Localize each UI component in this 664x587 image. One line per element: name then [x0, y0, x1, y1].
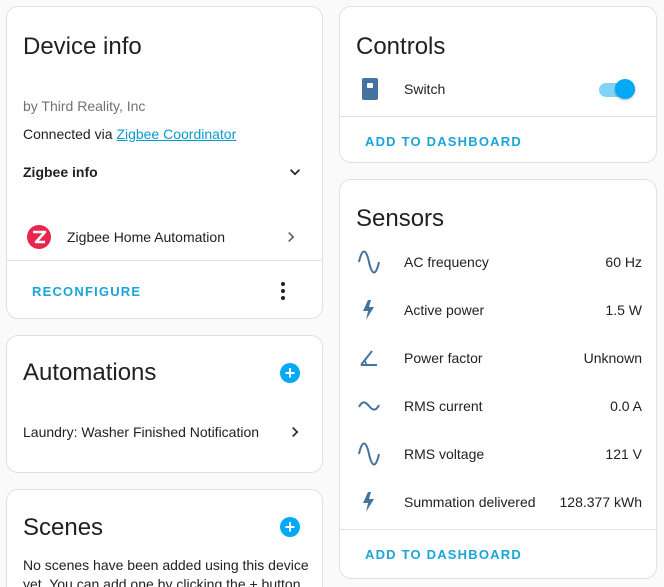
lightning-bolt-icon: [357, 490, 381, 514]
sensor-label: Power factor: [404, 350, 483, 366]
reconfigure-button[interactable]: RECONFIGURE: [32, 284, 141, 299]
sine-wave-icon: [357, 442, 381, 466]
sensor-value: Unknown: [583, 350, 642, 366]
divider: [340, 529, 656, 530]
add-scene-button[interactable]: +: [280, 517, 300, 537]
scenes-card: Scenes + No scenes have been added using…: [6, 489, 323, 587]
device-info-title: Device info: [23, 33, 142, 60]
zigbee-integration-row[interactable]: Zigbee Home Automation: [7, 219, 322, 255]
device-info-card: Device info by Third Reality, Inc Connec…: [6, 6, 323, 319]
zigbee-info-expander[interactable]: Zigbee info: [7, 155, 322, 189]
sensor-row-summation-delivered[interactable]: Summation delivered 128.377 kWh: [340, 484, 656, 520]
add-to-dashboard-button[interactable]: ADD TO DASHBOARD: [365, 547, 522, 562]
integration-label: Zigbee Home Automation: [67, 229, 225, 245]
connected-via-prefix: Connected via: [23, 126, 117, 142]
manufacturer-text: by Third Reality, Inc: [23, 98, 146, 114]
sensor-label: Active power: [404, 302, 485, 318]
lightning-bolt-icon: [357, 298, 381, 322]
automations-title: Automations: [23, 359, 157, 386]
sensor-row-ac-frequency[interactable]: AC frequency 60 Hz: [340, 244, 656, 280]
automation-label: Laundry: Washer Finished Notification: [23, 424, 260, 440]
sensor-label: AC frequency: [404, 254, 489, 270]
zigbee-info-label: Zigbee info: [23, 164, 98, 180]
sensor-label: Summation delivered: [404, 494, 536, 510]
sensor-label: RMS voltage: [404, 446, 485, 462]
sensors-card: Sensors AC frequency 60 Hz Active power …: [339, 179, 657, 579]
sensor-row-rms-voltage[interactable]: RMS voltage 121 V: [340, 436, 656, 472]
zigbee-logo-icon: [25, 223, 53, 251]
current-ac-icon: [357, 394, 381, 418]
scenes-empty-text-line1: No scenes have been added using this dev…: [23, 557, 309, 573]
sensor-value: 0.0 A: [610, 398, 642, 414]
automation-list-item[interactable]: Laundry: Washer Finished Notification: [7, 418, 322, 448]
angle-icon: [357, 346, 381, 370]
sensor-value: 121 V: [605, 446, 642, 462]
connected-via-text: Connected via Zigbee Coordinator: [23, 126, 236, 142]
chevron-right-icon: [281, 227, 301, 247]
sine-wave-icon: [357, 250, 381, 274]
sensor-value: 1.5 W: [605, 302, 642, 318]
chevron-right-icon: [285, 422, 305, 442]
sensor-label: RMS current: [404, 398, 483, 414]
chevron-down-icon: [285, 162, 305, 182]
switch-label: Switch: [404, 81, 446, 97]
sensor-row-power-factor[interactable]: Power factor Unknown: [340, 340, 656, 376]
zigbee-coordinator-link[interactable]: Zigbee Coordinator: [116, 126, 236, 142]
add-to-dashboard-button[interactable]: ADD TO DASHBOARD: [365, 134, 522, 149]
more-vert-icon[interactable]: [271, 279, 295, 303]
divider: [7, 260, 322, 261]
automations-card: Automations + Laundry: Washer Finished N…: [6, 335, 323, 473]
switch-thumb: [615, 79, 635, 99]
scenes-empty-text-line2: yet. You can add one by clicking the + b…: [23, 576, 301, 587]
sensor-row-active-power[interactable]: Active power 1.5 W: [340, 292, 656, 328]
scenes-title: Scenes: [23, 514, 104, 541]
sensor-row-rms-current[interactable]: RMS current 0.0 A: [340, 388, 656, 424]
add-automation-button[interactable]: +: [280, 363, 300, 383]
sensors-title: Sensors: [356, 205, 445, 232]
controls-card: Controls Switch ADD TO DASHBOARD: [339, 6, 657, 163]
controls-title: Controls: [356, 33, 446, 60]
power-socket-icon: [358, 77, 382, 101]
sensor-value: 128.377 kWh: [559, 494, 643, 510]
divider: [340, 116, 656, 117]
sensor-value: 60 Hz: [605, 254, 642, 270]
switch-toggle[interactable]: [599, 78, 637, 100]
